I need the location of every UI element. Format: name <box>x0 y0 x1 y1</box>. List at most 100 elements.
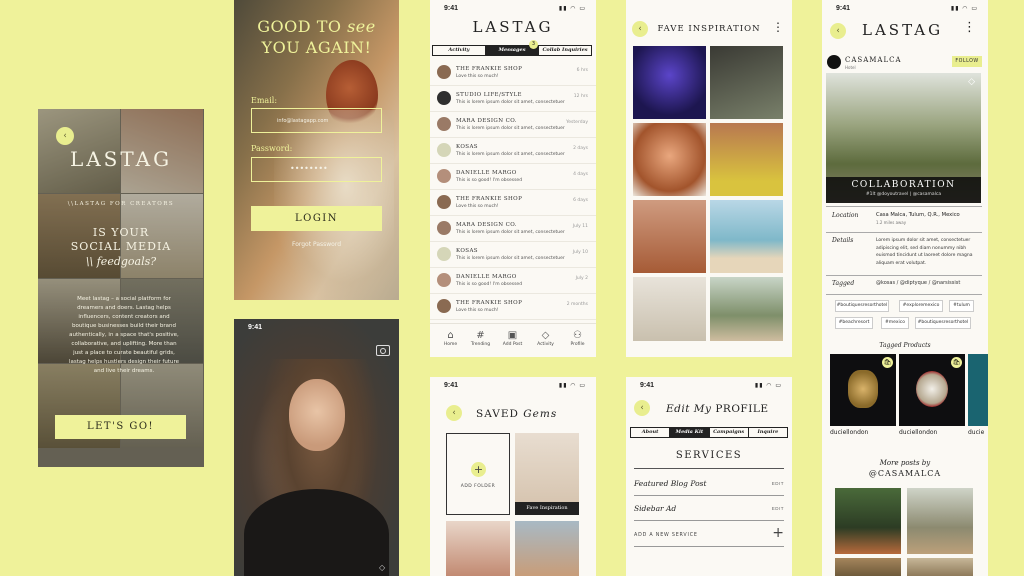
message-row[interactable]: DANIELLE MARGO This is so good! I'm obses… <box>430 164 596 190</box>
headline-line-3: \\ feedgoals? <box>85 255 157 268</box>
more-menu-icon[interactable]: ⋮ <box>963 20 976 35</box>
diamond-icon[interactable]: ◇ <box>379 563 385 572</box>
add-folder-card[interactable]: + ADD FOLDER <box>446 433 510 515</box>
inspiration-photo[interactable] <box>710 277 783 341</box>
password-label: Password: <box>251 144 293 153</box>
tab-campaigns[interactable]: Campaigns <box>710 428 749 437</box>
inspiration-photo[interactable] <box>633 277 706 341</box>
hashtag-chip[interactable]: #boutiquesresorthotel <box>835 300 889 312</box>
tab-media-kit[interactable]: Media Kit <box>670 428 710 437</box>
inspiration-photo[interactable] <box>710 200 783 273</box>
message-row[interactable]: THE FRANKIE SHOP Love this so much! 6 days <box>430 190 596 216</box>
folder-card[interactable] <box>446 521 510 576</box>
shopping-bag-icon[interactable]: 🛍 <box>882 357 893 368</box>
plus-icon[interactable]: + <box>772 525 784 541</box>
avatar[interactable] <box>437 195 451 209</box>
tab-collab-inquiries[interactable]: Collab Inquiries <box>539 46 591 55</box>
avatar[interactable] <box>437 91 451 105</box>
hashtag-chip[interactable]: #exploremexico <box>899 300 943 312</box>
tab-activity[interactable]: Activity <box>433 46 486 55</box>
message-row[interactable]: MARA DESIGN CO. This is lorem ipsum dolor… <box>430 112 596 138</box>
message-time: 12 hrs <box>573 94 588 99</box>
avatar[interactable] <box>437 273 451 287</box>
diamond-icon: ◇ <box>541 330 550 341</box>
inspiration-photo[interactable] <box>710 123 783 196</box>
post-thumbnail[interactable] <box>907 488 973 554</box>
hero-image[interactable]: ◇ COLLABORATION #1lt @doyoutravel | @cas… <box>826 73 981 203</box>
page-title: SAVED Gems <box>476 408 558 420</box>
inspiration-photo[interactable] <box>633 123 706 196</box>
collaboration-screen: 9:41 ▮▮ ◠ ▭ ‹ LASTAG ⋮ CASAMALCA Hotel FO… <box>822 0 988 576</box>
message-row[interactable]: THE FRANKIE SHOP Love this so much! 2 mont… <box>430 294 596 320</box>
nav-profile[interactable]: ⚇ Profile <box>561 330 594 347</box>
messages-screen: 9:41 ▮▮ ◠ ▭ LASTAG Activity Messages Coll… <box>430 0 596 357</box>
tagged-value[interactable]: @kosas / @diptyque / @narsissist <box>876 280 960 286</box>
message-row[interactable]: THE FRANKIE SHOP Love this so much! 6 hrs <box>430 60 596 86</box>
details-value: Lorem ipsum dolor sit amet, consectetuer… <box>876 238 973 266</box>
app-logo: LASTAG <box>69 147 173 171</box>
follow-button[interactable]: FOLLOW <box>952 56 982 67</box>
inspiration-photo[interactable] <box>633 200 706 273</box>
avatar[interactable] <box>437 221 451 235</box>
account-name[interactable]: CASAMALCA <box>845 56 902 64</box>
back-arrow-icon[interactable]: ‹ <box>830 23 846 39</box>
product-card[interactable]: ducie <box>968 354 988 436</box>
more-menu-icon[interactable]: ⋮ <box>772 20 784 34</box>
tab-about[interactable]: About <box>631 428 671 437</box>
post-thumbnail[interactable] <box>835 558 901 576</box>
avatar[interactable] <box>437 247 451 261</box>
inspiration-photo[interactable] <box>710 46 783 119</box>
sender-name: MARA DESIGN CO. <box>456 118 517 124</box>
add-post-icon: ▣ <box>507 330 518 341</box>
hashtag-chip[interactable]: #mexico <box>881 317 909 329</box>
camera-icon[interactable] <box>376 345 390 356</box>
edit-service-button[interactable]: EDIT <box>772 481 784 486</box>
nav-activity[interactable]: ◇ Activity <box>529 330 562 347</box>
details-label: Details <box>832 237 854 244</box>
bottom-nav: ⌂ Home # Trending ▣ Add Post ◇ Activity ⚇ Pro… <box>430 323 596 357</box>
product-card[interactable]: 🛍 duciellondon <box>899 354 965 436</box>
more-posts-handle[interactable]: @CASAMALCA <box>822 469 988 478</box>
message-row[interactable]: MARA DESIGN CO. This is lorem ipsum dolor… <box>430 216 596 242</box>
lets-go-button[interactable]: LET'S GO! <box>55 415 186 439</box>
page-title: Edit My PROFILE <box>666 403 769 415</box>
avatar[interactable] <box>437 117 451 131</box>
add-service-row[interactable]: ADD A NEW SERVICE + <box>634 523 784 547</box>
message-row[interactable]: DANIELLE MARGO This is so good! I'm obses… <box>430 268 596 294</box>
forgot-password-link[interactable]: Forgot Password <box>234 241 399 248</box>
avatar[interactable] <box>437 299 451 313</box>
message-preview: This is lorem ipsum dolor sit amet, cons… <box>456 126 565 131</box>
nav-add-post[interactable]: ▣ Add Post <box>496 330 529 347</box>
login-button[interactable]: LOGIN <box>251 206 382 231</box>
avatar[interactable] <box>437 143 451 157</box>
post-thumbnail[interactable] <box>835 488 901 554</box>
hashtag-chip[interactable]: #boutiquesresorthotel <box>915 317 971 329</box>
nav-home[interactable]: ⌂ Home <box>434 330 467 347</box>
folder-card[interactable]: Fave Inspiration <box>515 433 579 515</box>
password-field[interactable]: •••••••• <box>251 157 382 182</box>
avatar[interactable] <box>827 55 841 69</box>
message-row[interactable]: KOSAS This is lorem ipsum dolor sit amet,… <box>430 242 596 268</box>
shopping-bag-icon[interactable]: 🛍 <box>951 357 962 368</box>
message-row[interactable]: STUDIO LIFE/STYLE This is lorem ipsum dol… <box>430 86 596 112</box>
message-row[interactable]: KOSAS This is lorem ipsum dolor sit amet,… <box>430 138 596 164</box>
inspiration-photo[interactable] <box>633 46 706 119</box>
location-distance: 1.2 miles away <box>876 220 907 225</box>
avatar[interactable] <box>437 65 451 79</box>
nav-trending[interactable]: # Trending <box>464 330 497 347</box>
back-arrow-icon[interactable]: ‹ <box>56 127 74 145</box>
email-field[interactable]: info@lastagapp.com <box>251 108 382 133</box>
back-arrow-icon[interactable]: ‹ <box>446 405 462 421</box>
hashtag-chip[interactable]: #tulum <box>949 300 974 312</box>
folder-card[interactable] <box>515 521 579 576</box>
avatar[interactable] <box>437 169 451 183</box>
diamond-icon[interactable]: ◇ <box>968 77 975 87</box>
post-thumbnail[interactable] <box>907 558 973 576</box>
back-arrow-icon[interactable]: ‹ <box>634 400 650 416</box>
tab-inquire[interactable]: Inquire <box>749 428 787 437</box>
message-time: 6 days <box>573 198 588 203</box>
product-card[interactable]: 🛍 duciellondon <box>830 354 896 436</box>
edit-service-button[interactable]: EDIT <box>772 506 784 511</box>
hashtag-chip[interactable]: #beachresort <box>835 317 873 329</box>
message-time: July 11 <box>572 224 588 229</box>
